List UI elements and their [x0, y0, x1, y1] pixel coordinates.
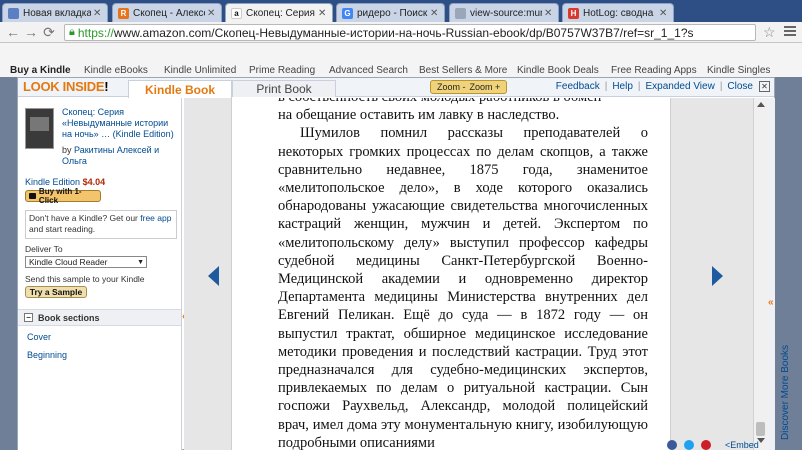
browser-toolbar: ← → ⟳ 🔒︎ https:// www.amazon.com/Скопец-… [0, 22, 802, 43]
section-cover-link[interactable]: Cover [27, 332, 51, 342]
facebook-icon[interactable] [667, 440, 677, 450]
browser-tab[interactable]: Новая вкладка ✕ [2, 3, 108, 22]
nav-advanced-search[interactable]: Advanced Search [329, 65, 408, 76]
browser-tab[interactable]: G ридеро - Поиск ✕ [336, 3, 445, 22]
discover-strip[interactable] [767, 98, 775, 450]
deliver-to-select[interactable]: Kindle Cloud Reader ▼ [25, 256, 147, 268]
free-app-box: Don't have a Kindle? Get our free app an… [25, 210, 177, 239]
reader-area: в собственность своих молодых работников… [184, 98, 753, 450]
pinterest-icon[interactable] [701, 440, 711, 450]
embed-link[interactable]: <Embed [725, 440, 759, 450]
look-inside-dialog: LOOK INSIDE! Kindle Book Print Book Zoom… [17, 77, 775, 450]
zoom-out-button[interactable]: Zoom - [435, 82, 468, 92]
dialog-header: LOOK INSIDE! Kindle Book Print Book Zoom… [18, 78, 774, 98]
try-sample-button[interactable]: Try a Sample [25, 286, 87, 298]
nav-buy-kindle[interactable]: Buy a Kindle [10, 65, 71, 76]
collapse-icon[interactable]: − [24, 313, 33, 322]
book-page: в собственность своих молодых работников… [231, 98, 671, 450]
forward-icon[interactable]: → [22, 23, 40, 41]
book-sections-header[interactable]: − Book sections [18, 309, 181, 326]
nav-kindle-ebooks[interactable]: Kindle eBooks [84, 65, 148, 76]
author-link[interactable]: Ракитины Алексей и Ольга [62, 145, 159, 166]
browser-tab-strip: Новая вкладка ✕ R Скопец - Алексе ✕ a Ск… [0, 0, 802, 22]
tab-favicon-icon: a [231, 7, 242, 19]
book-cover-thumbnail[interactable] [25, 108, 54, 149]
discover-more-books-link[interactable]: Discover More Books [780, 345, 791, 440]
edition-price: Kindle Edition $4.04 [25, 177, 106, 187]
prev-page-arrow-icon[interactable] [208, 266, 219, 286]
scroll-thumb[interactable] [756, 422, 765, 436]
book-title-link[interactable]: Скопец: Серия «Невыдуманные истории на н… [62, 107, 178, 140]
tab-favicon-icon [455, 7, 466, 19]
send-sample-label: Send this sample to your Kindle [25, 274, 145, 284]
nav-kindle-deals[interactable]: Kindle Book Deals [517, 65, 599, 76]
amazon-nav-bar: Buy a Kindle Kindle eBooks Kindle Unlimi… [0, 43, 802, 77]
nav-kindle-singles[interactable]: Kindle Singles [707, 65, 770, 76]
browser-tab[interactable]: R Скопец - Алексе ✕ [112, 3, 222, 22]
price: $4.04 [82, 177, 106, 187]
tab-print-book[interactable]: Print Book [232, 80, 336, 97]
free-app-link[interactable]: free app [140, 213, 171, 223]
expand-discover-icon[interactable]: « [768, 297, 774, 308]
tab-close-icon[interactable]: ✕ [93, 8, 103, 19]
tab-label: view-source:mur [470, 7, 542, 19]
tab-favicon-icon: G [342, 7, 353, 19]
nav-kindle-unlimited[interactable]: Kindle Unlimited [164, 65, 236, 76]
text-paragraph: Шумилов помнил рассказы преподавателей о… [278, 125, 648, 450]
expanded-view-link[interactable]: Expanded View [646, 81, 715, 92]
buy-one-click-button[interactable]: Buy with 1-Click [25, 187, 101, 205]
next-page-arrow-icon[interactable] [712, 266, 723, 286]
tab-close-icon[interactable]: ✕ [544, 8, 554, 19]
close-link[interactable]: Close [727, 81, 753, 92]
url-protocol: https:// [77, 25, 114, 40]
help-link[interactable]: Help [612, 81, 633, 92]
book-author: by Ракитины Алексей и Ольга [62, 145, 160, 166]
address-bar[interactable]: 🔒︎ https:// www.amazon.com/Скопец-Невыду… [64, 24, 756, 41]
tab-favicon-icon: H [568, 7, 579, 19]
tab-label: HotLog: сводна [583, 7, 654, 19]
tab-close-icon[interactable]: ✕ [430, 8, 440, 19]
tab-favicon-icon: R [118, 7, 129, 19]
page-text: в собственность своих молодых работников… [278, 98, 648, 450]
tab-favicon-icon [8, 7, 19, 19]
scroll-up-icon[interactable] [757, 102, 765, 107]
look-inside-logo: LOOK INSIDE! [23, 79, 109, 94]
header-links: Feedback | Help | Expanded View | Close … [556, 81, 770, 92]
nav-free-apps[interactable]: Free Reading Apps [611, 65, 697, 76]
browser-tab[interactable]: view-source:mur ✕ [449, 3, 559, 22]
tab-kindle-book[interactable]: Kindle Book [128, 80, 232, 98]
close-icon[interactable]: ✕ [759, 81, 770, 92]
lock-icon: 🔒︎ [69, 26, 75, 38]
text-line: на обещание оставить им лавку в наследст… [278, 107, 560, 124]
nav-best-sellers[interactable]: Best Sellers & More [419, 65, 507, 76]
zoom-controls: Zoom - Zoom + [430, 80, 508, 94]
feedback-link[interactable]: Feedback [556, 81, 600, 92]
browser-menu-icon[interactable] [784, 26, 796, 38]
section-beginning-link[interactable]: Beginning [27, 350, 67, 360]
deliver-to-label: Deliver To [25, 244, 63, 254]
reader-scrollbar[interactable] [753, 98, 767, 450]
tab-label: Скопец - Алексе [133, 7, 205, 19]
tab-label: ридеро - Поиск [357, 7, 428, 19]
url-text: www.amazon.com/Скопец-Невыдуманные-истор… [113, 25, 694, 40]
cart-icon [29, 193, 36, 199]
nav-prime-reading[interactable]: Prime Reading [249, 65, 315, 76]
bookmark-star-icon[interactable]: ☆ [763, 24, 776, 41]
browser-tab-active[interactable]: a Скопец: Серия ✕ [225, 3, 333, 22]
tab-close-icon[interactable]: ✕ [318, 8, 328, 19]
twitter-icon[interactable] [684, 440, 694, 450]
back-icon[interactable]: ← [4, 23, 22, 41]
chevron-down-icon: ▼ [137, 258, 144, 266]
tab-label: Новая вкладка [23, 7, 91, 19]
book-info-panel: Скопец: Серия «Невыдуманные истории на н… [18, 98, 182, 450]
reload-icon[interactable]: ⟳ [40, 23, 58, 41]
tab-label: Скопец: Серия [246, 7, 315, 19]
zoom-in-button[interactable]: Zoom + [468, 82, 503, 92]
text-line: в собственность своих молодых работников… [278, 98, 648, 106]
browser-tab[interactable]: H HotLog: сводна ✕ [562, 3, 674, 22]
tab-close-icon[interactable]: ✕ [659, 8, 669, 19]
tab-close-icon[interactable]: ✕ [207, 8, 217, 19]
